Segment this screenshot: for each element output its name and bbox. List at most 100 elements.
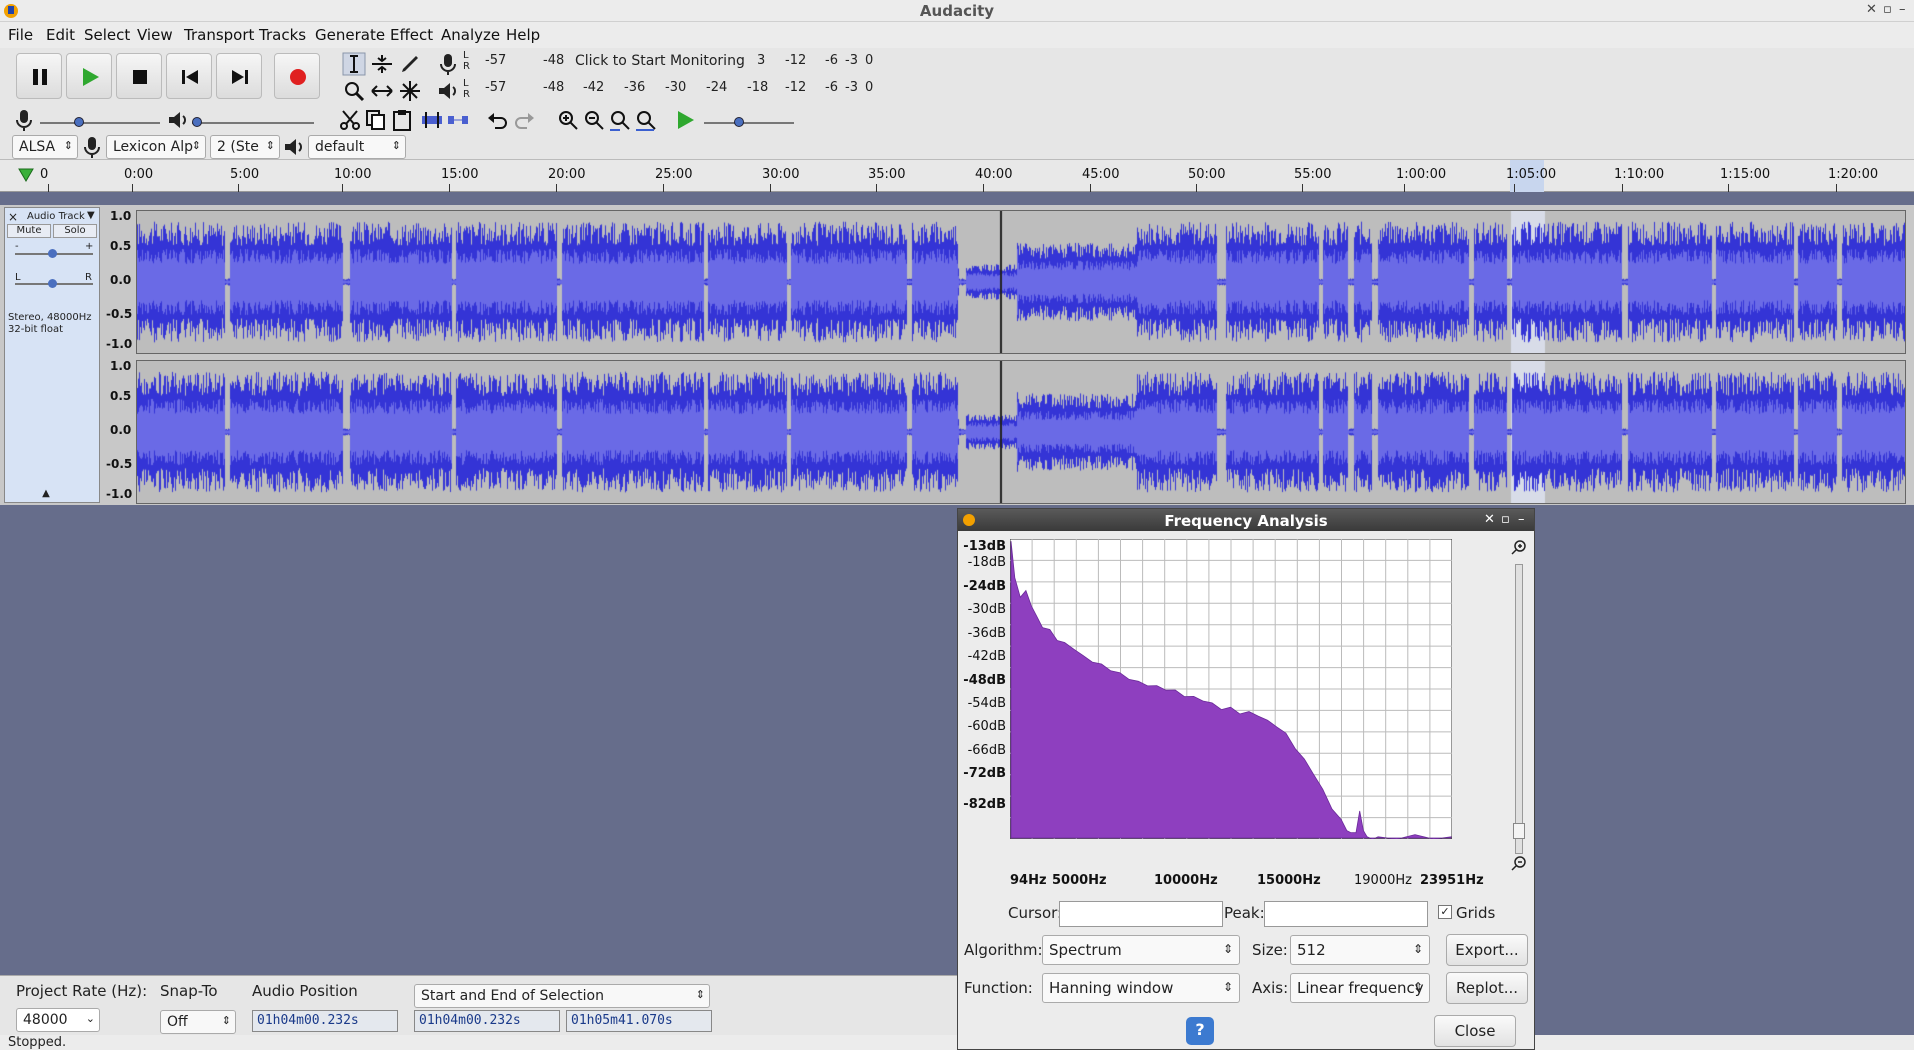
menu-view[interactable]: View — [137, 26, 173, 44]
project-rate-value: 48000 — [23, 1012, 68, 1028]
y-tick-label: -42dB — [967, 649, 1006, 664]
selection-mode-select[interactable]: Start and End of Selection ⇕ — [414, 984, 710, 1008]
menu-tracks[interactable]: Tracks — [259, 26, 306, 44]
menu-transport[interactable]: Transport — [184, 26, 254, 44]
playback-meter-speaker-icon[interactable] — [436, 79, 460, 103]
grids-checkbox[interactable]: ✓ — [1438, 905, 1452, 919]
output-device-select[interactable]: default ⇕ — [308, 135, 406, 159]
zoom-out-icon[interactable] — [1510, 855, 1528, 873]
replot-button[interactable]: Replot... — [1446, 972, 1528, 1004]
skip-to-end-button[interactable] — [216, 53, 262, 99]
record-meter-tick: -6 — [825, 53, 838, 68]
trim-audio-icon[interactable] — [420, 108, 444, 132]
envelope-tool-icon[interactable] — [370, 52, 394, 76]
input-channels-select[interactable]: 2 (Ste ⇕ — [210, 135, 280, 159]
zoom-out-icon[interactable] — [582, 108, 606, 132]
peak-field[interactable] — [1264, 901, 1428, 927]
menu-edit[interactable]: Edit — [46, 26, 75, 44]
input-device-select[interactable]: Lexicon Alp ⇕ — [106, 135, 206, 159]
cut-icon[interactable] — [338, 108, 362, 132]
record-meter-mic-icon[interactable] — [436, 52, 460, 76]
paste-icon[interactable] — [390, 108, 414, 132]
play-button[interactable] — [66, 53, 112, 99]
waveform-left-channel[interactable] — [136, 210, 1906, 354]
close-button[interactable]: Close — [1434, 1015, 1516, 1047]
skip-to-start-button[interactable] — [166, 53, 212, 99]
maximize-window-icon[interactable]: ▫ — [1883, 2, 1892, 17]
selection-end-timecode[interactable]: 01h05m41.070s — [566, 1010, 712, 1032]
undo-icon[interactable] — [486, 108, 510, 132]
audio-host-select[interactable]: ALSA ⇕ — [12, 135, 78, 159]
redo-icon[interactable] — [512, 108, 536, 132]
timeline-ruler[interactable]: 0 0:00 5:00 10:00 15:00 20:00 25:00 30:00 35:00 4… — [0, 160, 1914, 192]
menu-generate[interactable]: Generate — [315, 26, 385, 44]
status-text: Stopped. — [8, 1035, 67, 1050]
cursor-field[interactable] — [1059, 901, 1223, 927]
dialog-maximize-icon[interactable]: ▫ — [1501, 512, 1510, 527]
draw-tool-icon[interactable] — [398, 52, 422, 76]
fit-project-icon[interactable] — [634, 108, 658, 132]
track-name-menu[interactable]: Audio Track — [27, 211, 85, 222]
minimize-window-icon[interactable]: – — [1899, 2, 1906, 17]
algorithm-select[interactable]: Spectrum ⇕ — [1042, 935, 1240, 965]
stop-button[interactable] — [116, 53, 162, 99]
ruler-tick-label: 1:00:00 — [1396, 167, 1447, 182]
menu-select[interactable]: Select — [84, 26, 130, 44]
record-button[interactable] — [274, 53, 320, 99]
waveform-canvas — [137, 361, 1905, 503]
grids-label: Grids — [1456, 904, 1496, 922]
silence-audio-icon[interactable] — [446, 108, 470, 132]
axis-select[interactable]: Linear frequency ⇕ — [1290, 973, 1430, 1003]
play-at-speed-slider[interactable] — [704, 116, 796, 130]
menu-analyze[interactable]: Analyze — [441, 26, 500, 44]
track-close-button[interactable]: × — [8, 210, 18, 224]
copy-icon[interactable] — [364, 108, 388, 132]
waveform-right-channel[interactable] — [136, 360, 1906, 504]
multi-tool-icon[interactable] — [398, 79, 422, 103]
pause-button[interactable] — [16, 53, 62, 99]
export-button[interactable]: Export... — [1446, 934, 1528, 966]
input-channels-value: 2 (Ste — [217, 139, 259, 155]
menu-file[interactable]: File — [8, 26, 33, 44]
ruler-tick-label: 50:00 — [1188, 167, 1226, 182]
project-rate-select[interactable]: 48000 ⌄ — [16, 1008, 100, 1032]
size-select[interactable]: 512 ⇕ — [1290, 935, 1430, 965]
mute-button[interactable]: Mute — [7, 224, 51, 238]
playback-volume-slider[interactable] — [192, 116, 316, 130]
dialog-minimize-icon[interactable]: – — [1518, 512, 1525, 527]
fit-selection-icon[interactable] — [608, 108, 632, 132]
zoom-in-icon[interactable] — [1510, 539, 1528, 557]
zoom-slider[interactable] — [1513, 564, 1525, 854]
record-volume-slider[interactable] — [40, 116, 162, 130]
selection-tool-icon[interactable] — [342, 52, 366, 76]
solo-button[interactable]: Solo — [53, 224, 97, 238]
playback-meter[interactable]: -57 -48 -42 -36 -30 -24 -18 -12 -6 -3 0 — [475, 78, 875, 100]
spectrum-plot[interactable] — [1010, 539, 1452, 839]
collapse-track-icon[interactable]: ▲ — [7, 488, 85, 502]
y-tick-label: -24dB — [963, 579, 1006, 594]
close-window-icon[interactable]: ✕ — [1866, 2, 1877, 17]
x-tick-label: 15000Hz — [1257, 873, 1321, 888]
help-button[interactable]: ? — [1186, 1017, 1214, 1045]
play-at-speed-icon[interactable] — [674, 108, 698, 132]
zoom-tool-icon[interactable] — [342, 79, 366, 103]
record-meter[interactable]: -57 -48 Click to Start Monitoring 3 -12 … — [475, 51, 875, 73]
time-shift-tool-icon[interactable] — [370, 79, 394, 103]
input-device-value: Lexicon Alp — [113, 139, 194, 155]
zoom-in-icon[interactable] — [556, 108, 580, 132]
y-tick-label: -72dB — [963, 766, 1006, 781]
ruler-tick-label: 35:00 — [868, 167, 906, 182]
menu-help[interactable]: Help — [506, 26, 540, 44]
audio-position-timecode[interactable]: 01h04m00.232s — [252, 1010, 398, 1032]
snap-to-select[interactable]: Off ⇕ — [160, 1010, 236, 1034]
menu-effect[interactable]: Effect — [390, 26, 433, 44]
click-to-start-monitoring[interactable]: Click to Start Monitoring — [575, 53, 745, 69]
pan-slider[interactable] — [15, 278, 93, 290]
chevron-down-icon[interactable]: ▼ — [87, 210, 95, 221]
gain-slider[interactable] — [15, 248, 93, 260]
function-select[interactable]: Hanning window ⇕ — [1042, 973, 1240, 1003]
selection-start-timecode[interactable]: 01h04m00.232s — [414, 1010, 560, 1032]
play-head-marker-icon[interactable] — [18, 168, 34, 182]
dialog-close-icon[interactable]: ✕ — [1484, 512, 1495, 527]
ruler-tick — [1302, 184, 1303, 192]
